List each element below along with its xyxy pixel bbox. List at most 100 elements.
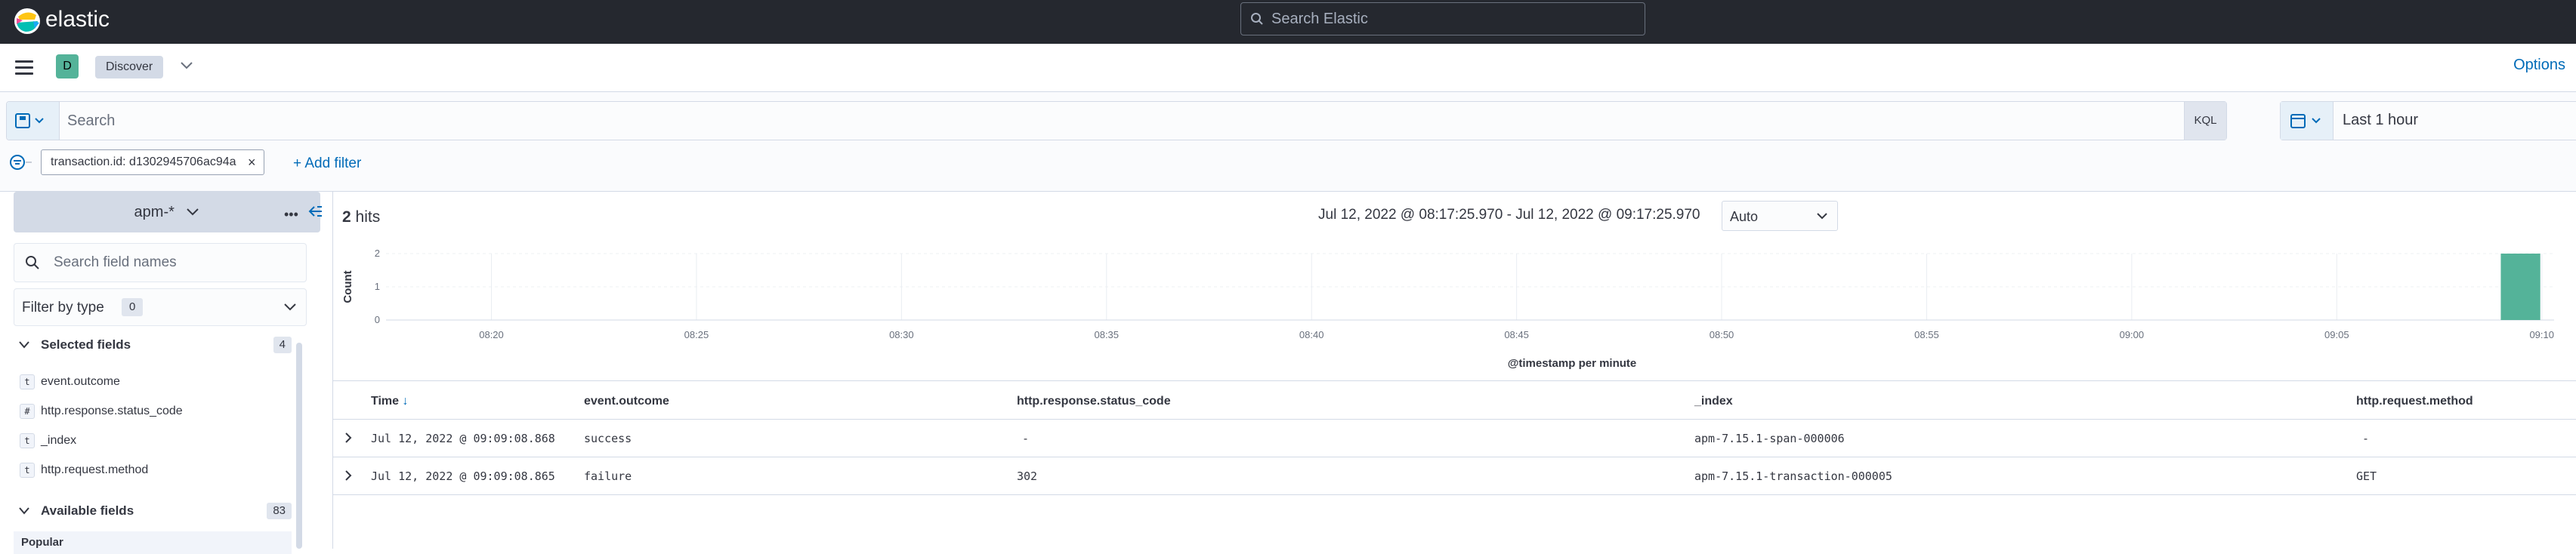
close-icon[interactable]: × — [248, 150, 256, 174]
kql-toggle-button[interactable]: KQL — [2184, 102, 2226, 140]
histogram-chart[interactable]: Count 2 1 0 08:20 08:25 08:30 08:35 08:40 08:45 08… — [333, 237, 2576, 380]
filter-by-type-button[interactable]: Filter by type 0 — [14, 288, 307, 326]
table-row[interactable]: Jul 12, 2022 @ 09:09:08.868 success - ap… — [333, 420, 2576, 457]
field-search-input[interactable] — [54, 254, 295, 272]
column-header-time[interactable]: Time ↓ — [371, 395, 409, 408]
global-search-input[interactable] — [1271, 9, 1626, 29]
string-type-icon: t — [20, 374, 35, 389]
chevron-down-icon — [19, 341, 29, 349]
field-search[interactable] — [14, 243, 307, 282]
x-tick-label: 09:05 — [2324, 329, 2349, 340]
cell-time: Jul 12, 2022 @ 09:09:08.868 — [371, 432, 555, 445]
interval-select[interactable]: Auto — [1722, 201, 1838, 231]
y-tick-label: 0 — [375, 314, 380, 325]
table-header: Time ↓ event.outcome http.response.statu… — [333, 380, 2576, 420]
cell: failure — [584, 469, 632, 483]
table-row[interactable]: Jul 12, 2022 @ 09:09:08.865 failure 302 … — [333, 457, 2576, 495]
space-avatar[interactable]: D — [56, 54, 79, 78]
results-panel: 2 hits Jul 12, 2022 @ 08:17:25.970 - Jul… — [332, 192, 2576, 549]
available-fields-header[interactable]: Available fields 83 — [14, 500, 292, 522]
filter-pill[interactable]: transaction.id: d1302945706ac94a × — [41, 149, 264, 175]
chevron-down-icon — [187, 208, 199, 216]
options-link[interactable]: Options — [2513, 57, 2565, 74]
x-tick-label: 08:30 — [889, 329, 914, 340]
x-tick-label: 08:45 — [1504, 329, 1529, 340]
y-tick-label: 2 — [375, 248, 380, 259]
add-filter-button[interactable]: + Add filter — [293, 155, 361, 172]
brand-name: elastic — [45, 7, 110, 32]
chevron-down-icon[interactable] — [180, 60, 193, 71]
query-bar: KQL Last 1 hour — [0, 92, 2576, 149]
cell: - — [2362, 432, 2370, 445]
field-name: event.outcome — [41, 375, 120, 388]
expand-row-icon[interactable] — [344, 469, 353, 482]
y-tick-label: 1 — [375, 281, 380, 292]
filter-pill-label: transaction.id: d1302945706ac94a — [51, 155, 236, 168]
collapse-sidebar-icon[interactable] — [308, 204, 323, 219]
x-tick-label: 08:25 — [684, 329, 709, 340]
saved-query-button[interactable] — [7, 102, 60, 140]
x-tick-label: 08:50 — [1710, 329, 1734, 340]
hits-counter: 2 hits — [342, 208, 380, 226]
popular-fields-group: Popular — [14, 531, 292, 554]
index-pattern-selector[interactable]: apm-* — [14, 192, 320, 232]
popular-label: Popular — [21, 536, 63, 549]
field-name: http.response.status_code — [41, 405, 183, 417]
cell: apm-7.15.1-transaction-000005 — [1694, 469, 1892, 483]
chevron-down-icon — [1817, 213, 1827, 220]
histogram-bar — [2500, 254, 2540, 320]
sort-down-icon[interactable]: ↓ — [403, 395, 409, 408]
filter-menu-icon[interactable] — [9, 154, 36, 172]
query-search-input[interactable] — [67, 111, 2160, 131]
x-tick-label: 08:55 — [1914, 329, 1939, 340]
column-header[interactable]: _index — [1694, 395, 1733, 408]
selected-count-badge: 4 — [273, 337, 292, 353]
sidebar-scrollbar[interactable] — [296, 343, 302, 549]
x-tick-label: 08:40 — [1299, 329, 1324, 340]
x-tick-label: 09:00 — [2120, 329, 2145, 340]
number-type-icon: # — [20, 404, 35, 419]
breadcrumb-discover[interactable]: Discover — [95, 56, 164, 78]
filter-bar: transaction.id: d1302945706ac94a × + Add… — [0, 149, 2576, 192]
available-count-badge: 83 — [267, 503, 292, 519]
selected-fields-header[interactable]: Selected fields 4 — [14, 334, 292, 356]
x-axis-label: @timestamp per minute — [1508, 357, 1637, 370]
x-tick-label: 08:20 — [479, 329, 504, 340]
date-picker[interactable]: Last 1 hour — [2280, 101, 2576, 140]
global-search[interactable] — [1240, 2, 1645, 35]
global-header: elastic — [0, 0, 2576, 44]
menu-toggle-icon[interactable] — [15, 60, 33, 75]
app-nav-bar: D Discover Options — [0, 44, 2576, 92]
elastic-logo-icon[interactable] — [12, 6, 42, 36]
search-icon — [1251, 13, 1263, 25]
filter-count-badge: 0 — [122, 298, 144, 316]
interval-value: Auto — [1730, 209, 1759, 224]
calendar-icon — [2290, 114, 2321, 128]
field-name: http.request.method — [41, 463, 149, 476]
expand-row-icon[interactable] — [344, 432, 353, 444]
date-range-label[interactable]: Last 1 hour — [2343, 112, 2418, 129]
column-header[interactable]: http.request.method — [2356, 395, 2473, 408]
column-header[interactable]: event.outcome — [584, 395, 669, 408]
cell: GET — [2356, 469, 2377, 483]
field-name: _index — [41, 434, 77, 447]
hits-label: hits — [355, 208, 381, 226]
cell: success — [584, 432, 632, 445]
saved-query-icon — [15, 113, 44, 128]
string-type-icon: t — [20, 463, 35, 478]
selected-fields-title: Selected fields — [41, 337, 131, 352]
date-quick-menu-button[interactable] — [2281, 102, 2334, 140]
index-pattern-label: apm-* — [134, 204, 175, 220]
filter-by-type-label: Filter by type — [22, 300, 104, 315]
available-fields-title: Available fields — [41, 503, 134, 518]
cell: apm-7.15.1-span-000006 — [1694, 432, 1845, 445]
cell: 302 — [1017, 469, 1038, 483]
cell: - — [1022, 432, 1030, 445]
cell-time: Jul 12, 2022 @ 09:09:08.865 — [371, 469, 555, 483]
time-range-label: Jul 12, 2022 @ 08:17:25.970 - Jul 12, 20… — [1318, 207, 1700, 223]
column-header[interactable]: http.response.status_code — [1017, 395, 1171, 408]
more-options-icon[interactable]: ••• — [284, 207, 298, 223]
field-sidebar: apm-* ••• Filter by type 0 Selected fiel… — [0, 192, 332, 554]
chevron-down-icon — [19, 507, 29, 515]
string-type-icon: t — [20, 433, 35, 448]
